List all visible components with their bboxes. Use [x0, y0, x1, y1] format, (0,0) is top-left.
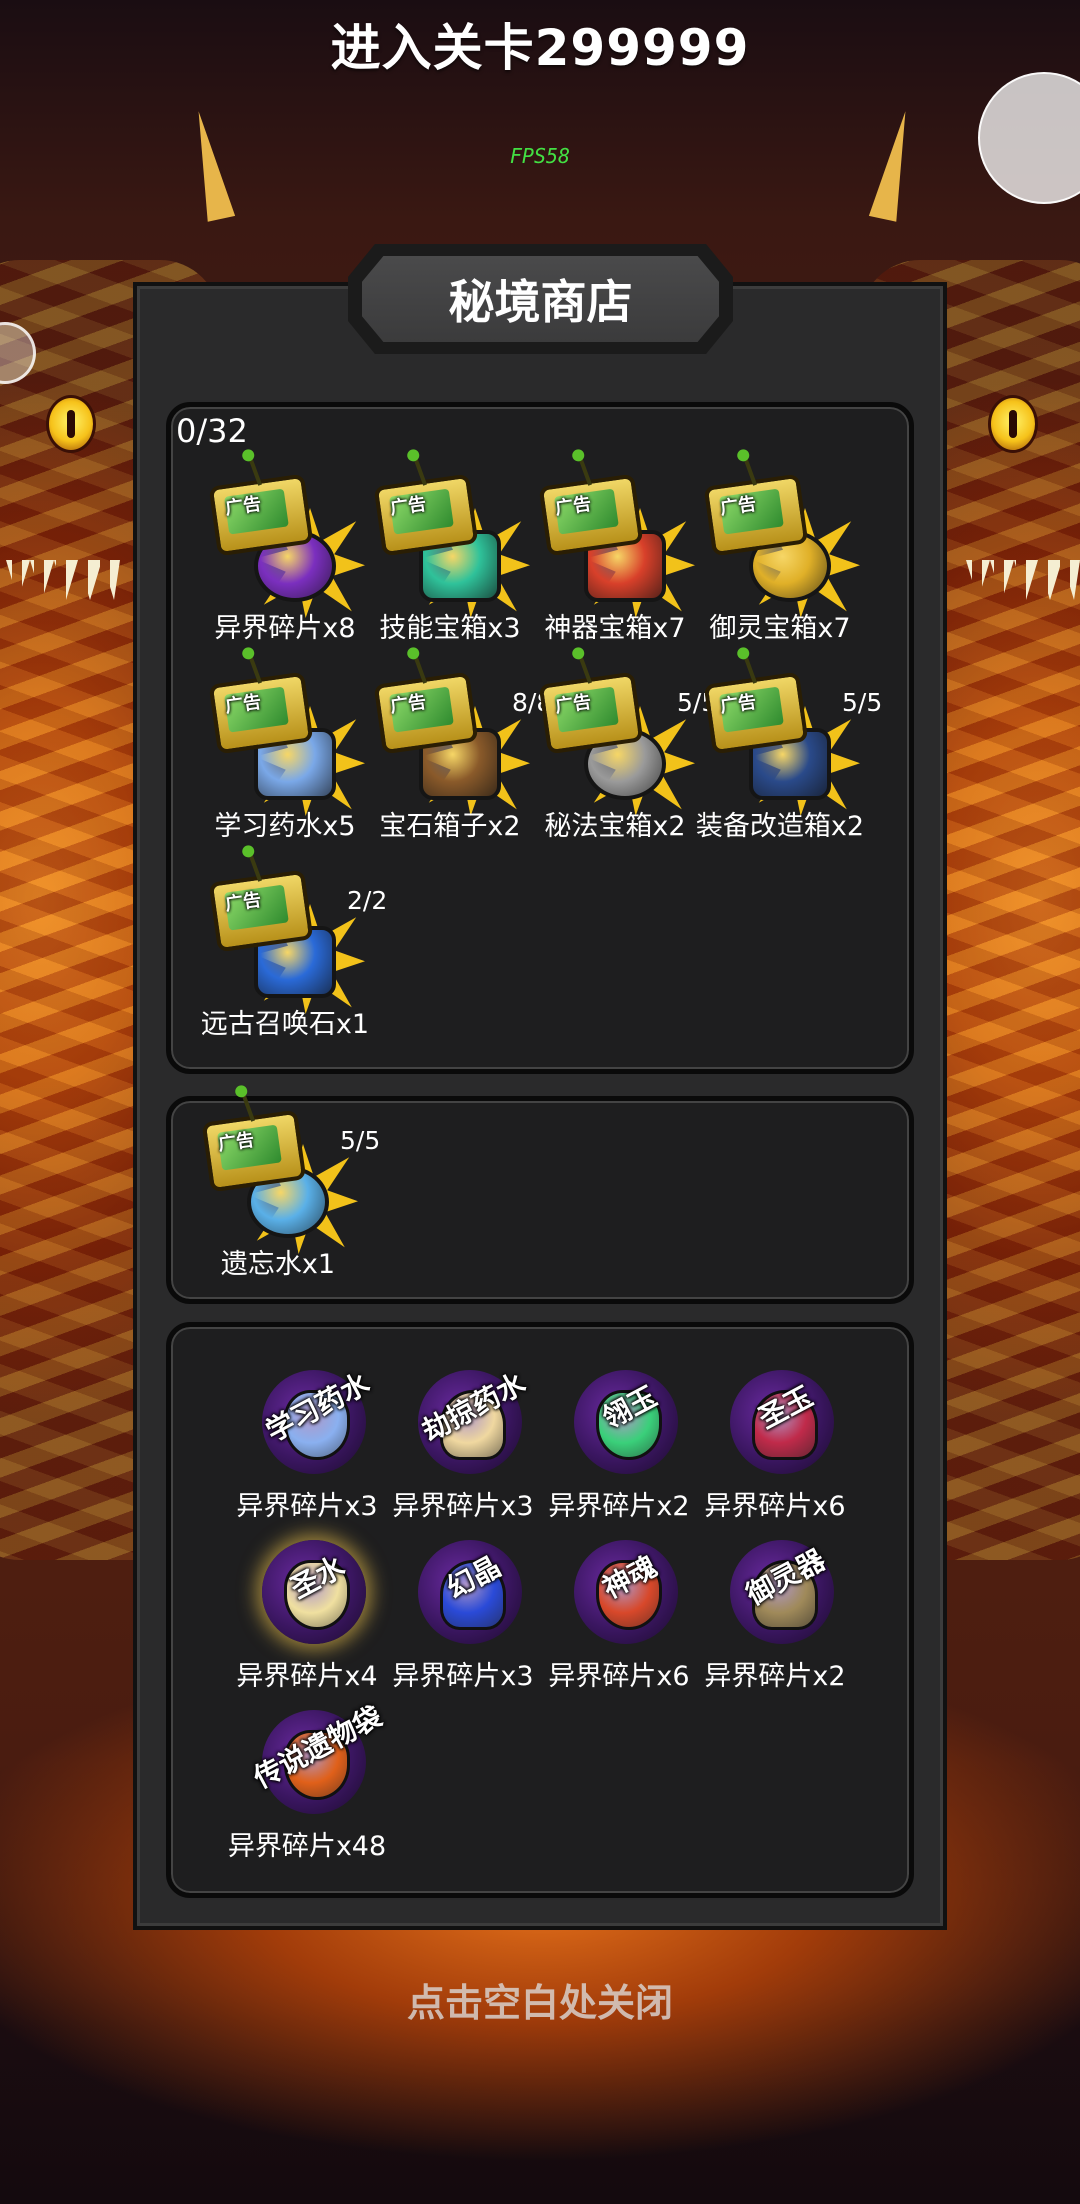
ad-badge: 广告 [223, 493, 263, 520]
exchange-item[interactable]: 传说遗物袋 异界碎片x48 [222, 1700, 392, 1870]
close-hint[interactable]: 点击空白处关闭 [0, 1972, 1080, 2027]
ad-badge: 广告 [216, 1129, 256, 1156]
item-name: 装备改造箱x2 [695, 811, 865, 842]
ad-badge: 广告 [223, 889, 263, 916]
ad-badge: 广告 [553, 493, 593, 520]
dragon-eye-left [46, 395, 96, 453]
ad-watch-counter: 0/32 [176, 412, 248, 450]
item-name: 遗忘水x1 [220, 1249, 336, 1280]
fps-counter: FPS58 [509, 144, 571, 168]
ad-badge: 广告 [553, 691, 593, 718]
exchange-cost: 异界碎片x6 [704, 1491, 846, 1522]
shop-title: 秘境商店 [362, 256, 719, 342]
exchange-cost: 异界碎片x48 [227, 1831, 387, 1862]
purchase-limit: 5/5 [842, 688, 883, 717]
exchange-item[interactable]: 圣玉 异界碎片x6 [690, 1360, 860, 1530]
shop-ad-item[interactable]: 广告御灵宝箱x7 [690, 450, 870, 644]
ad-badge: 广告 [718, 691, 758, 718]
item-name: 远古召唤石x1 [200, 1009, 370, 1040]
item-name: 御灵宝箱x7 [709, 613, 851, 644]
shop-ad-item[interactable]: 广告 2/2 远古召唤石x1 [195, 846, 387, 1040]
shop-ad-item[interactable]: 广告 5/5 装备改造箱x2 [690, 648, 882, 842]
ad-badge: 广告 [718, 493, 758, 520]
exchange-item[interactable]: 御灵器 异界碎片x2 [690, 1530, 860, 1700]
purchase-limit: 2/2 [347, 886, 388, 915]
ad-badge: 广告 [388, 493, 428, 520]
dragon-eye-right [988, 395, 1038, 453]
purchase-limit: 5/5 [340, 1126, 381, 1155]
ad-badge: 广告 [388, 691, 428, 718]
level-title: 进入关卡299999 [330, 19, 750, 77]
ad-badge: 广告 [223, 691, 263, 718]
shop-ad-item[interactable]: 广告 5/5 遗忘水x1 [188, 1086, 380, 1280]
exchange-cost: 异界碎片x2 [704, 1661, 846, 1692]
